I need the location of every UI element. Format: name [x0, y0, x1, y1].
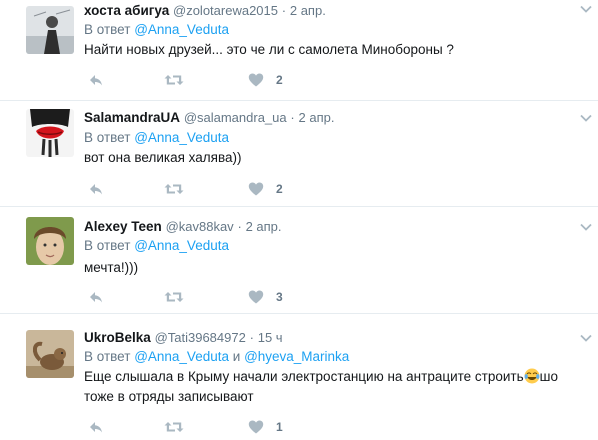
like-count: 1 [276, 420, 283, 434]
retweet-icon [164, 289, 184, 305]
reply-button[interactable] [88, 72, 104, 88]
reply-prefix: В ответ [84, 349, 131, 364]
tweet-header: SalamandraUA @salamandra_ua · 2 апр. [84, 110, 334, 125]
chevron-down-icon[interactable] [580, 4, 592, 14]
like-icon [248, 181, 264, 197]
reply-context: В ответ @Anna_Veduta [84, 238, 229, 253]
reply-prefix: В ответ [84, 238, 131, 253]
retweet-button[interactable] [164, 72, 184, 88]
reply-icon [88, 289, 104, 305]
tweet-text: вот она великая халява)) [84, 150, 242, 165]
reply-context: В ответ @Anna_Veduta [84, 130, 229, 145]
tweet-text: мечта!))) [84, 260, 139, 275]
reply-button[interactable] [88, 181, 104, 197]
tweet[interactable]: Alexey Teen @kav88kav · 2 апр. В ответ @… [0, 207, 598, 314]
tweet-header: Alexey Teen @kav88kav · 2 апр. [84, 219, 282, 234]
like-icon [248, 419, 264, 435]
tweet-text: Еще слышала в Крыму начали электростанци… [84, 367, 584, 407]
like-button[interactable]: 2 [248, 72, 283, 88]
tweet-text: Найти новых друзей... это че ли с самоле… [84, 42, 454, 57]
mention-link[interactable]: @hyeva_Marinka [244, 349, 349, 364]
separator: · [237, 219, 242, 234]
separator: · [281, 3, 287, 18]
display-name[interactable]: Alexey Teen [84, 219, 162, 234]
display-name[interactable]: SalamandraUA [84, 110, 180, 125]
reply-prefix: В ответ [84, 22, 131, 37]
retweet-icon [164, 181, 184, 197]
user-handle[interactable]: @salamandra_ua [184, 110, 287, 125]
tweet-text-part: шо [539, 369, 558, 384]
avatar[interactable] [26, 6, 74, 54]
timestamp[interactable]: 2 апр. [246, 219, 282, 234]
mention-link[interactable]: @Anna_Veduta [134, 349, 229, 364]
chevron-down-icon[interactable] [580, 333, 592, 343]
mention-joiner: и [232, 349, 241, 364]
timestamp[interactable]: 2 апр. [299, 110, 335, 125]
like-button[interactable]: 3 [248, 289, 283, 305]
display-name[interactable]: хоста абигуа [84, 3, 169, 18]
display-name[interactable]: UkroBelka [84, 330, 151, 345]
retweet-button[interactable] [164, 419, 184, 435]
user-handle[interactable]: @Tati39684972 [155, 330, 246, 345]
reply-button[interactable] [88, 289, 104, 305]
reply-icon [88, 72, 104, 88]
avatar[interactable] [26, 109, 74, 157]
avatar[interactable] [26, 217, 74, 265]
mention-link[interactable]: @Anna_Veduta [134, 22, 229, 37]
retweet-icon [164, 72, 184, 88]
tweet-text-part: тоже в отряды записывают [84, 389, 254, 404]
tweet-header: хоста абигуа @zolotarewa2015 · 2 апр. [84, 3, 326, 18]
user-handle[interactable]: @kav88kav [166, 219, 234, 234]
tweet[interactable]: UkroBelka @Tati39684972 · 15 ч В ответ @… [0, 314, 598, 440]
like-count: 2 [276, 182, 283, 196]
reply-button[interactable] [88, 419, 104, 435]
tweet-text-part: Еще слышала в Крыму начали электростанци… [84, 369, 524, 384]
reply-context: В ответ @Anna_Veduta и @hyeva_Marinka [84, 349, 349, 364]
separator: · [249, 330, 254, 345]
reply-icon [88, 419, 104, 435]
reply-prefix: В ответ [84, 130, 131, 145]
reply-icon [88, 181, 104, 197]
like-icon [248, 72, 264, 88]
tweet[interactable]: SalamandraUA @salamandra_ua · 2 апр. В о… [0, 101, 598, 207]
timestamp[interactable]: 2 апр. [290, 3, 326, 18]
like-button[interactable]: 1 [248, 419, 283, 435]
mention-link[interactable]: @Anna_Veduta [134, 130, 229, 145]
timestamp[interactable]: 15 ч [258, 330, 283, 345]
retweet-button[interactable] [164, 289, 184, 305]
avatar[interactable] [26, 330, 74, 378]
chevron-down-icon[interactable] [580, 222, 592, 232]
separator: · [290, 110, 295, 125]
mention-link[interactable]: @Anna_Veduta [134, 238, 229, 253]
retweet-icon [164, 419, 184, 435]
tweet[interactable]: хоста абигуа @zolotarewa2015 · 2 апр. В … [0, 0, 598, 101]
retweet-button[interactable] [164, 181, 184, 197]
chevron-down-icon[interactable] [580, 113, 592, 123]
like-count: 2 [276, 73, 283, 87]
reply-context: В ответ @Anna_Veduta [84, 22, 229, 37]
tears-of-joy-emoji [524, 368, 540, 384]
like-count: 3 [276, 290, 283, 304]
like-button[interactable]: 2 [248, 181, 283, 197]
like-icon [248, 289, 264, 305]
tweet-header: UkroBelka @Tati39684972 · 15 ч [84, 330, 283, 345]
user-handle[interactable]: @zolotarewa2015 [173, 3, 278, 18]
